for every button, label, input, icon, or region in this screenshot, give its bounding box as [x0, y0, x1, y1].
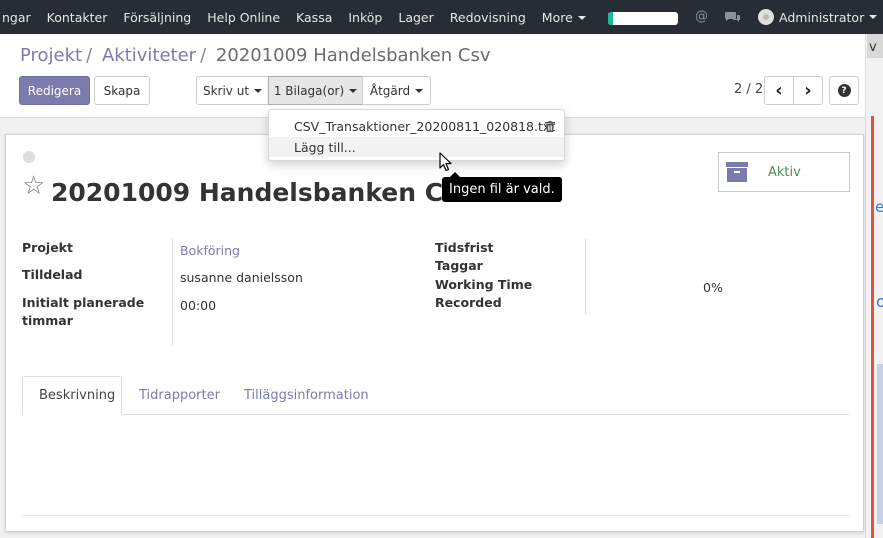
menu-item-lager[interactable]: Lager	[390, 10, 441, 25]
background-text-fragment: o	[876, 292, 883, 311]
chevron-down-icon	[349, 88, 358, 93]
mouse-cursor-icon	[439, 152, 452, 172]
attachments-menu: CSV_Transaktioner_20200811_020818.txt Lä…	[268, 109, 565, 161]
breadcrumb-separator: /	[86, 45, 93, 66]
print-label: Skriv ut	[202, 83, 250, 98]
action-dropdown[interactable]: Åtgärd	[362, 76, 431, 105]
tab-tidrapporter[interactable]: Tidrapporter	[123, 376, 236, 415]
breadcrumb-projekt[interactable]: Projekt	[20, 45, 82, 66]
field-divider	[172, 239, 173, 345]
previous-button[interactable]: ‹	[764, 76, 794, 105]
menu-item-more[interactable]: More	[534, 10, 594, 25]
field-divider	[585, 239, 586, 315]
field-value-tilldelad[interactable]: susanne danielsson	[180, 270, 303, 285]
at-icon[interactable]: @	[695, 9, 708, 24]
field-label-taggar: Taggar	[435, 258, 483, 273]
progress-fill	[608, 12, 613, 25]
field-label-projekt: Projekt	[22, 240, 73, 255]
background-panel-fragment	[877, 364, 883, 524]
star-icon[interactable]: ☆	[22, 173, 45, 199]
tab-tillaggsinformation[interactable]: Tilläggsinformation	[228, 376, 385, 415]
archive-icon	[726, 162, 748, 182]
trash-icon[interactable]	[545, 121, 555, 132]
menu-item-kassa[interactable]: Kassa	[288, 10, 340, 25]
progress-bar[interactable]	[608, 12, 678, 25]
help-icon: ?	[837, 84, 851, 97]
field-label-tilldelad: Tilldelad	[22, 267, 83, 282]
menu-item-kontakter[interactable]: Kontakter	[39, 10, 116, 25]
chevron-down-icon	[869, 15, 878, 19]
next-button[interactable]: ›	[793, 76, 823, 105]
field-label-tidsfrist: Tidsfrist	[435, 240, 494, 255]
chevron-down-icon	[254, 88, 263, 93]
field-label-timmar: Initialt planerade timmar	[22, 295, 145, 328]
user-name: Administrator	[779, 9, 865, 25]
print-dropdown[interactable]: Skriv ut	[196, 76, 269, 105]
breadcrumb: Projekt / Aktiviteter/ 20201009 Handelsba…	[20, 45, 491, 66]
attachment-file-name: CSV_Transaktioner_20200811_020818.txt	[294, 118, 556, 134]
tab-beskrivning[interactable]: Beskrivning	[22, 376, 122, 415]
edit-button[interactable]: Redigera	[19, 76, 90, 105]
help-glyph: ?	[841, 85, 847, 96]
chevron-left-icon: ‹	[775, 79, 783, 101]
kanban-state-icon[interactable]	[23, 151, 35, 163]
add-attachment-label: Lägg till...	[294, 139, 356, 155]
active-toggle-button[interactable]: Aktiv	[718, 152, 850, 192]
attachment-file-item[interactable]: CSV_Transaktioner_20200811_020818.txt	[269, 116, 564, 136]
add-attachment-item[interactable]: Lägg till...	[269, 137, 564, 157]
user-menu[interactable]: Administrator	[758, 9, 878, 25]
field-label-working-time: Working Time Recorded	[435, 277, 533, 310]
attachments-label: 1 Bilaga(or)	[273, 83, 345, 98]
description-area-divider	[22, 515, 849, 516]
background-window-edge: v e o	[865, 34, 883, 538]
chevron-down-icon	[577, 16, 586, 20]
menu-item-help-online[interactable]: Help Online	[199, 10, 288, 25]
background-tab-fragment: v	[867, 34, 883, 58]
active-status-label: Aktiv	[768, 164, 801, 180]
action-label: Åtgärd	[369, 83, 411, 98]
breadcrumb-current: 20201009 Handelsbanken Csv	[215, 45, 491, 66]
field-value-projekt[interactable]: Bokföring	[180, 243, 240, 258]
tooltip: Ingen fil är vald.	[442, 172, 562, 202]
breadcrumb-separator: /	[200, 45, 207, 66]
breadcrumb-aktiviteter[interactable]: Aktiviteter	[102, 45, 196, 66]
chat-icon[interactable]	[725, 11, 741, 23]
background-text-fragment: e	[875, 198, 883, 216]
avatar	[758, 9, 774, 25]
help-button[interactable]: ?	[829, 76, 859, 105]
main-menu: ngar Kontakter Försäljning Help Online K…	[0, 0, 594, 34]
more-label: More	[541, 9, 573, 25]
field-value-timmar[interactable]: 00:00	[180, 298, 216, 313]
background-red-bar	[871, 116, 874, 538]
top-navbar: ngar Kontakter Försäljning Help Online K…	[0, 0, 883, 34]
menu-item-inkop[interactable]: Inköp	[340, 10, 390, 25]
create-button[interactable]: Skapa	[94, 76, 150, 105]
form-sheet: ☆ 20201009 Handelsbanken Csv Aktiv Proje…	[5, 134, 864, 532]
menu-item-forsaljning[interactable]: Försäljning	[115, 10, 199, 25]
field-value-working-time: 0%	[703, 280, 723, 295]
record-title: 20201009 Handelsbanken Csv	[51, 178, 475, 207]
chevron-right-icon: ›	[804, 79, 812, 101]
menu-item-partial[interactable]: ngar	[0, 10, 39, 25]
pager-value: 2 / 2	[734, 82, 764, 97]
menu-item-redovisning[interactable]: Redovisning	[442, 10, 534, 25]
chevron-down-icon	[415, 88, 424, 93]
attachments-dropdown[interactable]: 1 Bilaga(or)	[268, 76, 363, 105]
